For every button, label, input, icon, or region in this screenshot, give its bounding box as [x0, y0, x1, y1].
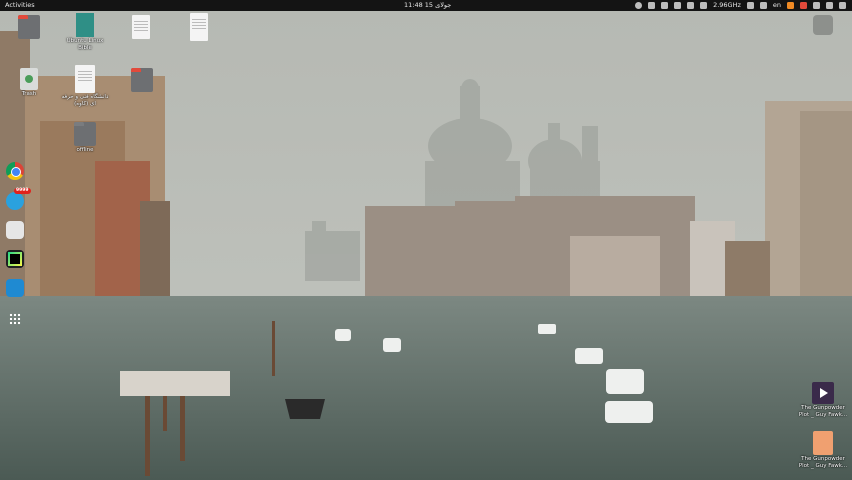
- software-updater-icon[interactable]: [700, 2, 708, 9]
- document-icon: [132, 15, 150, 39]
- clipboard-icon[interactable]: [674, 2, 682, 9]
- chrome-icon[interactable]: [6, 162, 24, 180]
- desktop-gunpowder-video[interactable]: The Gunpowder Plot _ Guy Fawk...: [798, 382, 848, 419]
- document-icon: [190, 13, 208, 41]
- folder-icon: [74, 122, 96, 146]
- pycharm-icon[interactable]: [6, 250, 24, 268]
- desktop-document-2[interactable]: [174, 13, 224, 42]
- desktop-book-file[interactable]: Ubuntu Linux Bible: [60, 13, 110, 52]
- desktop-home-folder[interactable]: [4, 15, 54, 40]
- desktop-document-1[interactable]: [116, 15, 166, 40]
- chat-icon[interactable]: [635, 2, 643, 9]
- home-folder-icon: [18, 15, 40, 39]
- clock[interactable]: 11:48 15 جولای: [404, 0, 451, 11]
- desktop-drive-icon[interactable]: [798, 15, 848, 35]
- trash-icon: [20, 68, 38, 90]
- cpu-frequency[interactable]: 2.96GHz: [713, 0, 741, 11]
- video-file-icon: [812, 382, 834, 404]
- mail-icon[interactable]: [759, 2, 767, 9]
- system-tray: 2.96GHz en: [635, 0, 846, 11]
- document-icon: [75, 65, 95, 93]
- settings-icon[interactable]: [746, 2, 754, 9]
- keyboard-layout[interactable]: en: [773, 0, 781, 11]
- tray-app-icon[interactable]: [687, 2, 695, 9]
- network-icon[interactable]: [813, 2, 820, 9]
- desktop-trash[interactable]: Trash: [4, 68, 54, 98]
- top-bar: Activities 11:48 15 جولای 2.96GHz en: [0, 0, 852, 11]
- app-indicator-icon[interactable]: [648, 2, 656, 9]
- desktop-offline-folder[interactable]: offline: [60, 122, 110, 154]
- desktop-gunpowder-audio[interactable]: The Gunpowder Plot _ Guy Fawk...: [798, 431, 848, 470]
- volume-icon[interactable]: [826, 2, 833, 9]
- book-icon: [76, 13, 94, 37]
- vpn-icon[interactable]: [787, 2, 794, 9]
- power-icon[interactable]: [839, 2, 846, 9]
- telegram-unread-badge: 9999: [14, 188, 31, 194]
- telegram-icon[interactable]: 9999: [6, 188, 31, 210]
- drive-icon: [813, 15, 833, 35]
- desktop-university-document[interactable]: دانشگاه فنی و حرفه ای (کاوه): [60, 65, 110, 108]
- dropbox-icon[interactable]: [661, 2, 669, 9]
- audio-file-icon: [813, 431, 833, 455]
- folder-icon: [131, 68, 153, 92]
- show-apps-icon[interactable]: [6, 310, 24, 328]
- desktop-red-folder[interactable]: [117, 68, 167, 93]
- activities-button[interactable]: Activities: [5, 0, 35, 11]
- files-icon[interactable]: [6, 221, 24, 239]
- notification-icon[interactable]: [800, 2, 807, 9]
- vscode-icon[interactable]: [6, 279, 24, 297]
- dock: 9999: [2, 160, 31, 335]
